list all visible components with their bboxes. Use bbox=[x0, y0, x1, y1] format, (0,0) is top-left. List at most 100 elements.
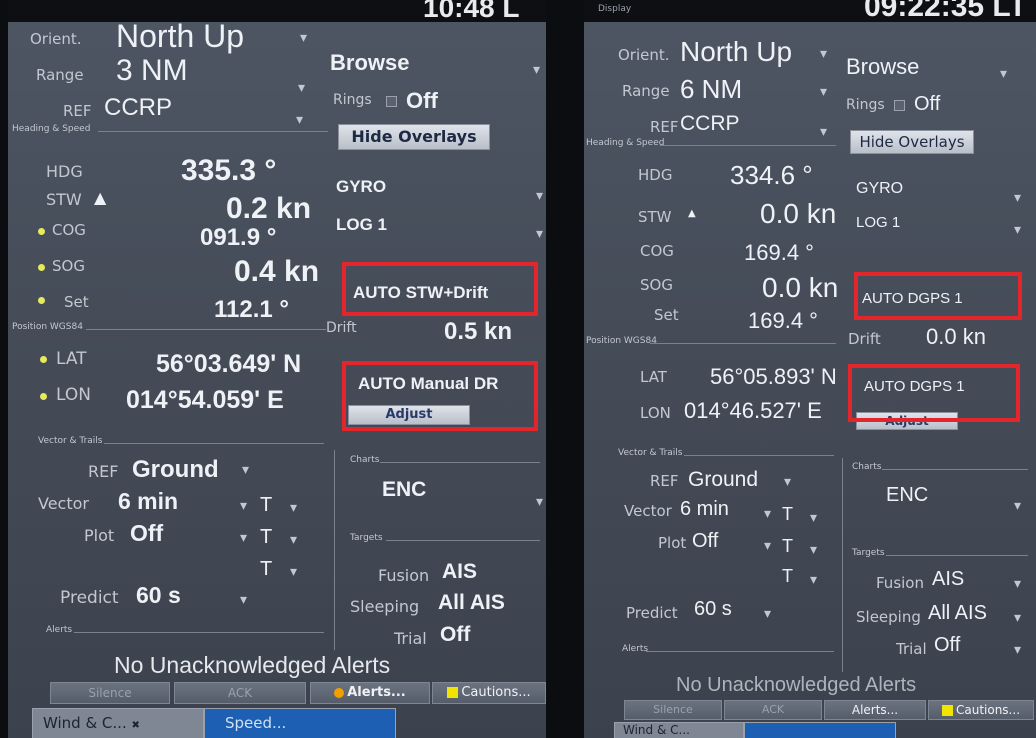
vector-value[interactable]: 6 min bbox=[680, 498, 729, 521]
vector-ref-dropdown-icon[interactable]: ▾ bbox=[242, 462, 249, 478]
browse-dropdown[interactable]: Browse bbox=[846, 54, 919, 80]
tab-speed[interactable] bbox=[744, 722, 896, 738]
charts-section-label: Charts bbox=[852, 462, 882, 472]
silence-button[interactable]: Silence bbox=[50, 682, 170, 704]
orient-value[interactable]: North Up bbox=[680, 36, 792, 68]
plot-true-mode[interactable]: T bbox=[782, 536, 793, 557]
hdg-source[interactable]: GYRO bbox=[336, 177, 386, 197]
browse-dropdown-icon[interactable]: ▾ bbox=[1000, 66, 1007, 82]
orient-dropdown-icon[interactable]: ▾ bbox=[300, 30, 307, 46]
alerts-list-button[interactable]: Alerts... bbox=[824, 700, 926, 720]
ref-dropdown-icon[interactable]: ▾ bbox=[296, 112, 303, 128]
sog-source-highlight bbox=[854, 272, 1022, 320]
vector-ref-dropdown-icon[interactable]: ▾ bbox=[784, 474, 791, 490]
browse-dropdown-icon[interactable]: ▾ bbox=[533, 62, 540, 78]
rings-label: Rings bbox=[333, 92, 372, 108]
vector-value[interactable]: 6 min bbox=[118, 488, 178, 515]
stw-source-dropdown-icon[interactable]: ▾ bbox=[536, 226, 543, 242]
ack-button[interactable]: ACK bbox=[724, 700, 822, 720]
vector-ref-value[interactable]: Ground bbox=[688, 468, 758, 492]
predict-value[interactable]: 60 s bbox=[694, 598, 732, 621]
section-divider bbox=[98, 131, 328, 132]
vector-dropdown-icon[interactable]: ▾ bbox=[764, 506, 771, 522]
range-value[interactable]: 6 NM bbox=[680, 74, 742, 105]
tab-wind-current[interactable]: Wind & C... ✖ bbox=[32, 708, 204, 738]
section-divider bbox=[380, 462, 540, 463]
sleeping-value[interactable]: All AIS bbox=[928, 602, 987, 625]
rings-checkbox[interactable] bbox=[894, 100, 905, 111]
display-section-label: Display bbox=[598, 4, 632, 14]
stw-source[interactable]: LOG 1 bbox=[856, 214, 900, 231]
sleeping-value[interactable]: All AIS bbox=[438, 591, 505, 615]
column-divider bbox=[334, 450, 335, 650]
hide-overlays-button[interactable]: Hide Overlays bbox=[338, 124, 490, 150]
range-dropdown-icon[interactable]: ▾ bbox=[298, 80, 305, 96]
range-value[interactable]: 3 NM bbox=[116, 54, 188, 88]
plot-mode-dropdown-icon[interactable]: ▾ bbox=[290, 532, 297, 548]
charts-dropdown-icon[interactable]: ▾ bbox=[1014, 498, 1021, 514]
trail-true-mode[interactable]: T bbox=[260, 558, 272, 581]
plot-value[interactable]: Off bbox=[692, 530, 718, 553]
trail-mode-dropdown-icon[interactable]: ▾ bbox=[290, 564, 297, 580]
stw-source[interactable]: LOG 1 bbox=[336, 215, 387, 235]
cautions-button[interactable]: Cautions... bbox=[432, 682, 546, 704]
tab-wind-current[interactable]: Wind & C... bbox=[614, 722, 744, 738]
plot-value[interactable]: Off bbox=[130, 520, 163, 547]
sleeping-dropdown-icon[interactable]: ▾ bbox=[1014, 610, 1021, 626]
stw-source-dropdown-icon[interactable]: ▾ bbox=[1014, 222, 1021, 238]
tab-speed[interactable]: Speed... bbox=[204, 708, 396, 738]
hdg-source-dropdown-icon[interactable]: ▾ bbox=[1014, 190, 1021, 206]
position-section-label: Position WGS84 bbox=[586, 336, 657, 346]
hdg-source[interactable]: GYRO bbox=[856, 180, 903, 198]
rings-checkbox[interactable] bbox=[386, 96, 397, 107]
ref-value[interactable]: CCRP bbox=[104, 94, 172, 122]
fusion-value[interactable]: AIS bbox=[442, 560, 477, 584]
orient-value[interactable]: North Up bbox=[116, 18, 244, 55]
plot-dropdown-icon[interactable]: ▾ bbox=[764, 538, 771, 554]
browse-dropdown[interactable]: Browse bbox=[330, 50, 409, 76]
close-icon[interactable]: ✖ bbox=[132, 720, 140, 731]
sleeping-label: Sleeping bbox=[856, 608, 921, 626]
ref-value[interactable]: CCRP bbox=[680, 112, 740, 136]
plot-dropdown-icon[interactable]: ▾ bbox=[240, 530, 247, 546]
fusion-dropdown-icon[interactable]: ▾ bbox=[1014, 576, 1021, 592]
silence-button[interactable]: Silence bbox=[624, 700, 722, 720]
charts-value[interactable]: ENC bbox=[886, 484, 928, 507]
vector-dropdown-icon[interactable]: ▾ bbox=[240, 498, 247, 514]
trial-label: Trial bbox=[394, 629, 427, 648]
hide-overlays-button[interactable]: Hide Overlays bbox=[850, 130, 974, 154]
alerts-list-button[interactable]: Alerts... bbox=[310, 682, 430, 704]
predict-dropdown-icon[interactable]: ▾ bbox=[764, 606, 771, 622]
range-dropdown-icon[interactable]: ▾ bbox=[820, 84, 827, 100]
trail-true-mode[interactable]: T bbox=[782, 566, 793, 587]
drift-label: Drift bbox=[848, 330, 881, 348]
charts-value[interactable]: ENC bbox=[382, 478, 426, 502]
trial-value[interactable]: Off bbox=[934, 634, 960, 657]
charts-dropdown-icon[interactable]: ▾ bbox=[536, 494, 543, 510]
plot-mode-dropdown-icon[interactable]: ▾ bbox=[810, 542, 817, 558]
hdg-label: HDG bbox=[46, 162, 83, 181]
fusion-value[interactable]: AIS bbox=[932, 568, 964, 591]
predict-dropdown-icon[interactable]: ▾ bbox=[240, 592, 247, 608]
orient-dropdown-icon[interactable]: ▾ bbox=[820, 46, 827, 62]
vector-true-mode[interactable]: T bbox=[260, 494, 272, 517]
ack-button[interactable]: ACK bbox=[174, 682, 306, 704]
vector-mode-dropdown-icon[interactable]: ▾ bbox=[290, 500, 297, 516]
hdg-source-dropdown-icon[interactable]: ▾ bbox=[536, 188, 543, 204]
range-label: Range bbox=[36, 66, 84, 84]
vector-true-mode[interactable]: T bbox=[782, 504, 793, 525]
vector-mode-dropdown-icon[interactable]: ▾ bbox=[810, 510, 817, 526]
plot-true-mode[interactable]: T bbox=[260, 526, 272, 549]
trail-mode-dropdown-icon[interactable]: ▾ bbox=[810, 572, 817, 588]
trial-value[interactable]: Off bbox=[440, 623, 470, 647]
stw-triangle-icon: ▲ bbox=[94, 188, 107, 207]
lat-value: 56°03.649' N bbox=[156, 350, 302, 378]
lat-indicator-icon bbox=[40, 356, 47, 363]
section-divider bbox=[886, 555, 1028, 556]
predict-value[interactable]: 60 s bbox=[136, 582, 181, 609]
vector-ref-label: REF bbox=[88, 462, 119, 481]
cautions-button[interactable]: Cautions... bbox=[928, 700, 1034, 720]
ref-dropdown-icon[interactable]: ▾ bbox=[820, 124, 827, 140]
trial-dropdown-icon[interactable]: ▾ bbox=[1014, 642, 1021, 658]
vector-ref-value[interactable]: Ground bbox=[132, 456, 219, 484]
